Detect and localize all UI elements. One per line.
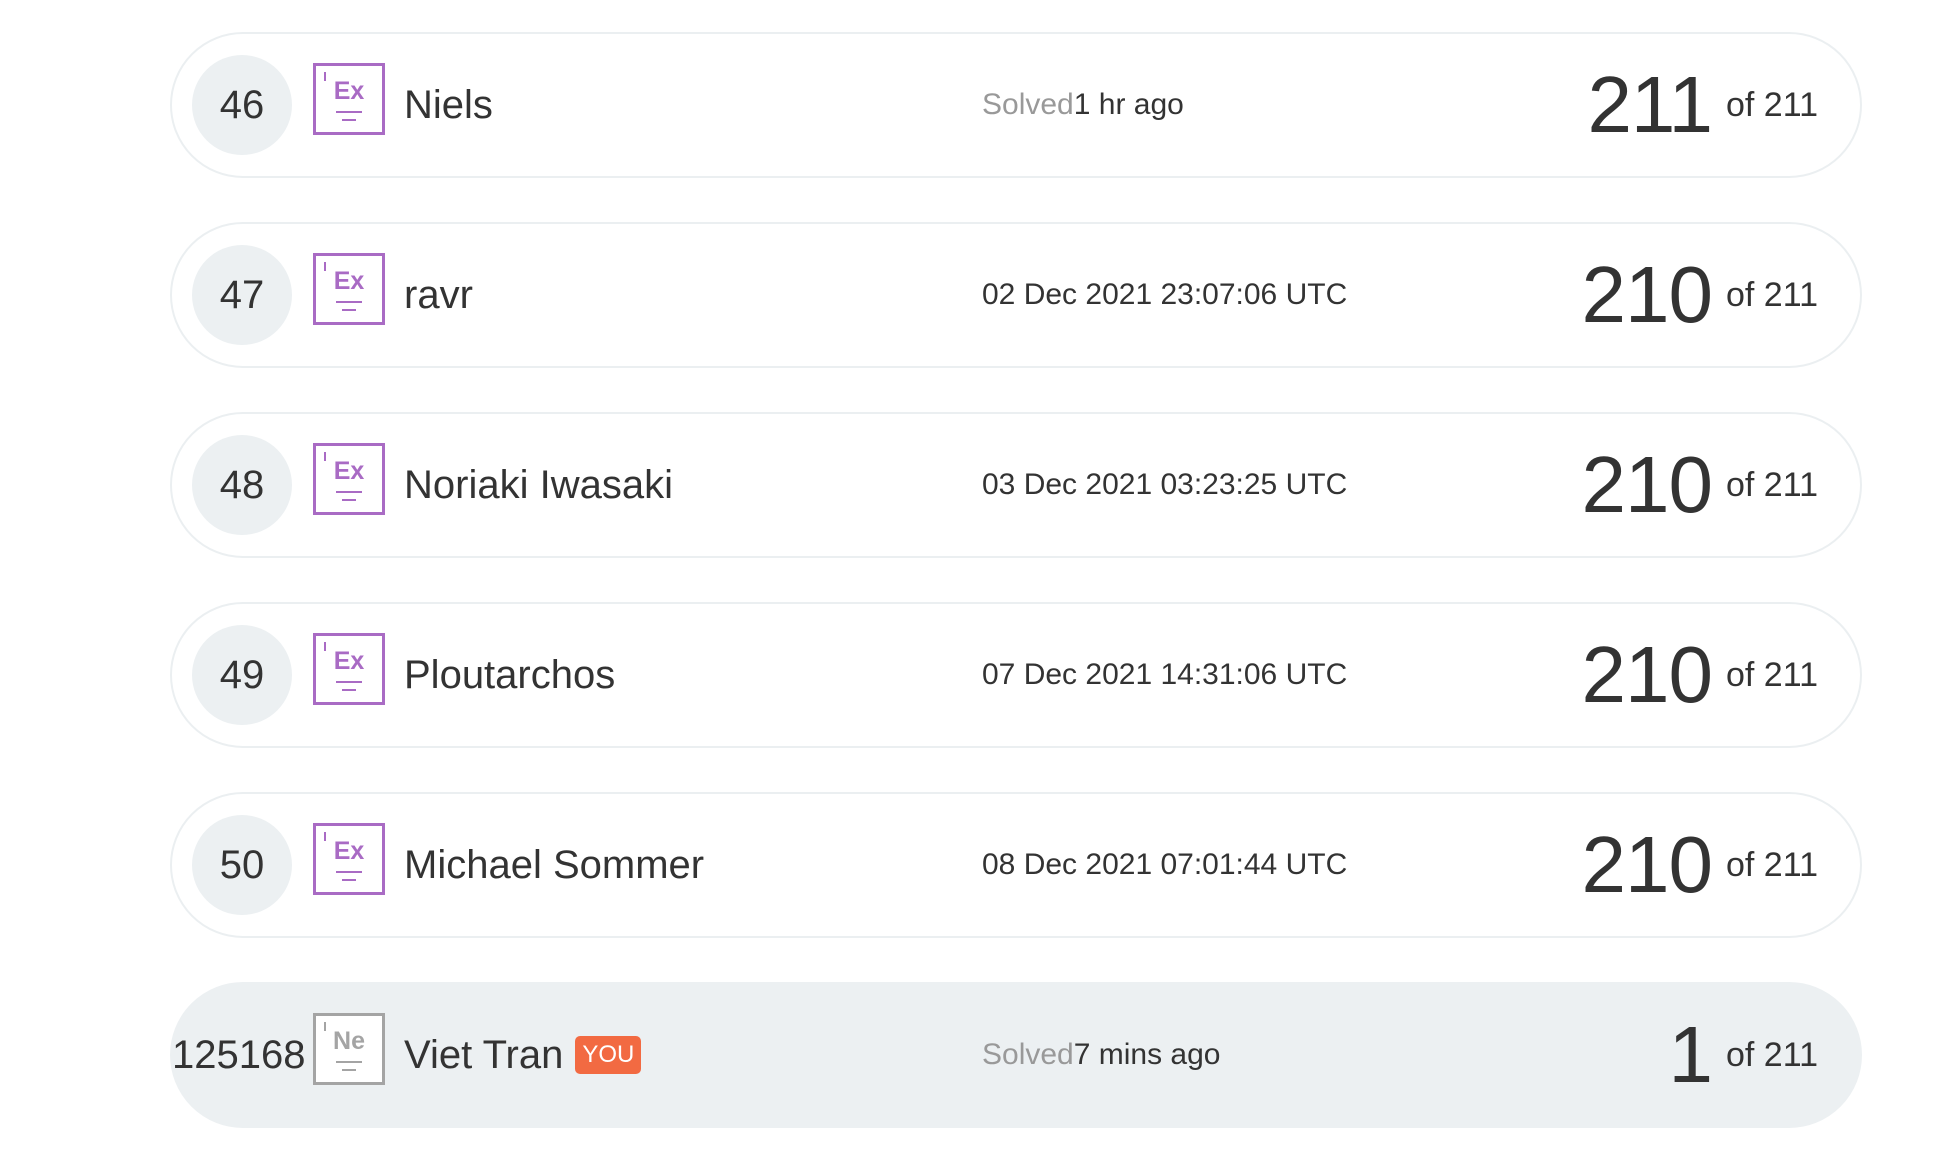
rank-number: 47 xyxy=(192,245,292,345)
rank-number: 48 xyxy=(192,435,292,535)
solved-count: 211 of 211 xyxy=(1587,60,1818,149)
solved-count: 1 of 211 xyxy=(1668,1010,1818,1099)
solved-time: Solved 1 hr ago xyxy=(982,88,1184,121)
user-name[interactable]: Viet Tran YOU xyxy=(404,984,642,1126)
leaderboard-row[interactable]: 46 Ex Niels Solved 1 hr ago 211 of 211 xyxy=(170,32,1862,178)
rank-number: 49 xyxy=(192,625,292,725)
user-name[interactable]: Noriaki Iwasaki xyxy=(404,414,673,556)
rank-number: 46 xyxy=(192,55,292,155)
leaderboard-row-current-user[interactable]: 125168 Ne Viet Tran YOU Solved 7 mins ag… xyxy=(170,982,1862,1128)
expert-badge-icon: Ex xyxy=(313,633,385,705)
user-name[interactable]: ravr xyxy=(404,224,473,366)
leaderboard: 46 Ex Niels Solved 1 hr ago 211 of 211 47… xyxy=(170,32,1862,1172)
user-name[interactable]: Niels xyxy=(404,34,493,176)
solved-count: 210 of 211 xyxy=(1581,630,1819,719)
rank-number: 125168 xyxy=(172,1032,306,1077)
expert-badge-icon: Ex xyxy=(313,443,385,515)
user-name[interactable]: Ploutarchos xyxy=(404,604,615,746)
solved-count: 210 of 211 xyxy=(1581,440,1819,529)
leaderboard-row[interactable]: 48 Ex Noriaki Iwasaki 03 Dec 2021 03:23:… xyxy=(170,412,1862,558)
user-name[interactable]: Michael Sommer xyxy=(404,794,704,936)
solved-time: 03 Dec 2021 03:23:25 UTC xyxy=(982,468,1348,501)
leaderboard-row[interactable]: 49 Ex Ploutarchos 07 Dec 2021 14:31:06 U… xyxy=(170,602,1862,748)
rank-number: 50 xyxy=(192,815,292,915)
solved-time: 08 Dec 2021 07:01:44 UTC xyxy=(982,848,1348,881)
expert-badge-icon: Ex xyxy=(313,253,385,325)
expert-badge-icon: Ex xyxy=(313,63,385,135)
newbie-badge-icon: Ne xyxy=(313,1013,385,1085)
solved-time: Solved 7 mins ago xyxy=(982,1038,1221,1071)
you-badge: YOU xyxy=(575,1036,642,1074)
solved-time: 07 Dec 2021 14:31:06 UTC xyxy=(982,658,1348,691)
solved-time: 02 Dec 2021 23:07:06 UTC xyxy=(982,278,1348,311)
solved-count: 210 of 211 xyxy=(1581,820,1819,909)
solved-count: 210 of 211 xyxy=(1581,250,1819,339)
leaderboard-row[interactable]: 50 Ex Michael Sommer 08 Dec 2021 07:01:4… xyxy=(170,792,1862,938)
leaderboard-row[interactable]: 47 Ex ravr 02 Dec 2021 23:07:06 UTC 210 o… xyxy=(170,222,1862,368)
expert-badge-icon: Ex xyxy=(313,823,385,895)
